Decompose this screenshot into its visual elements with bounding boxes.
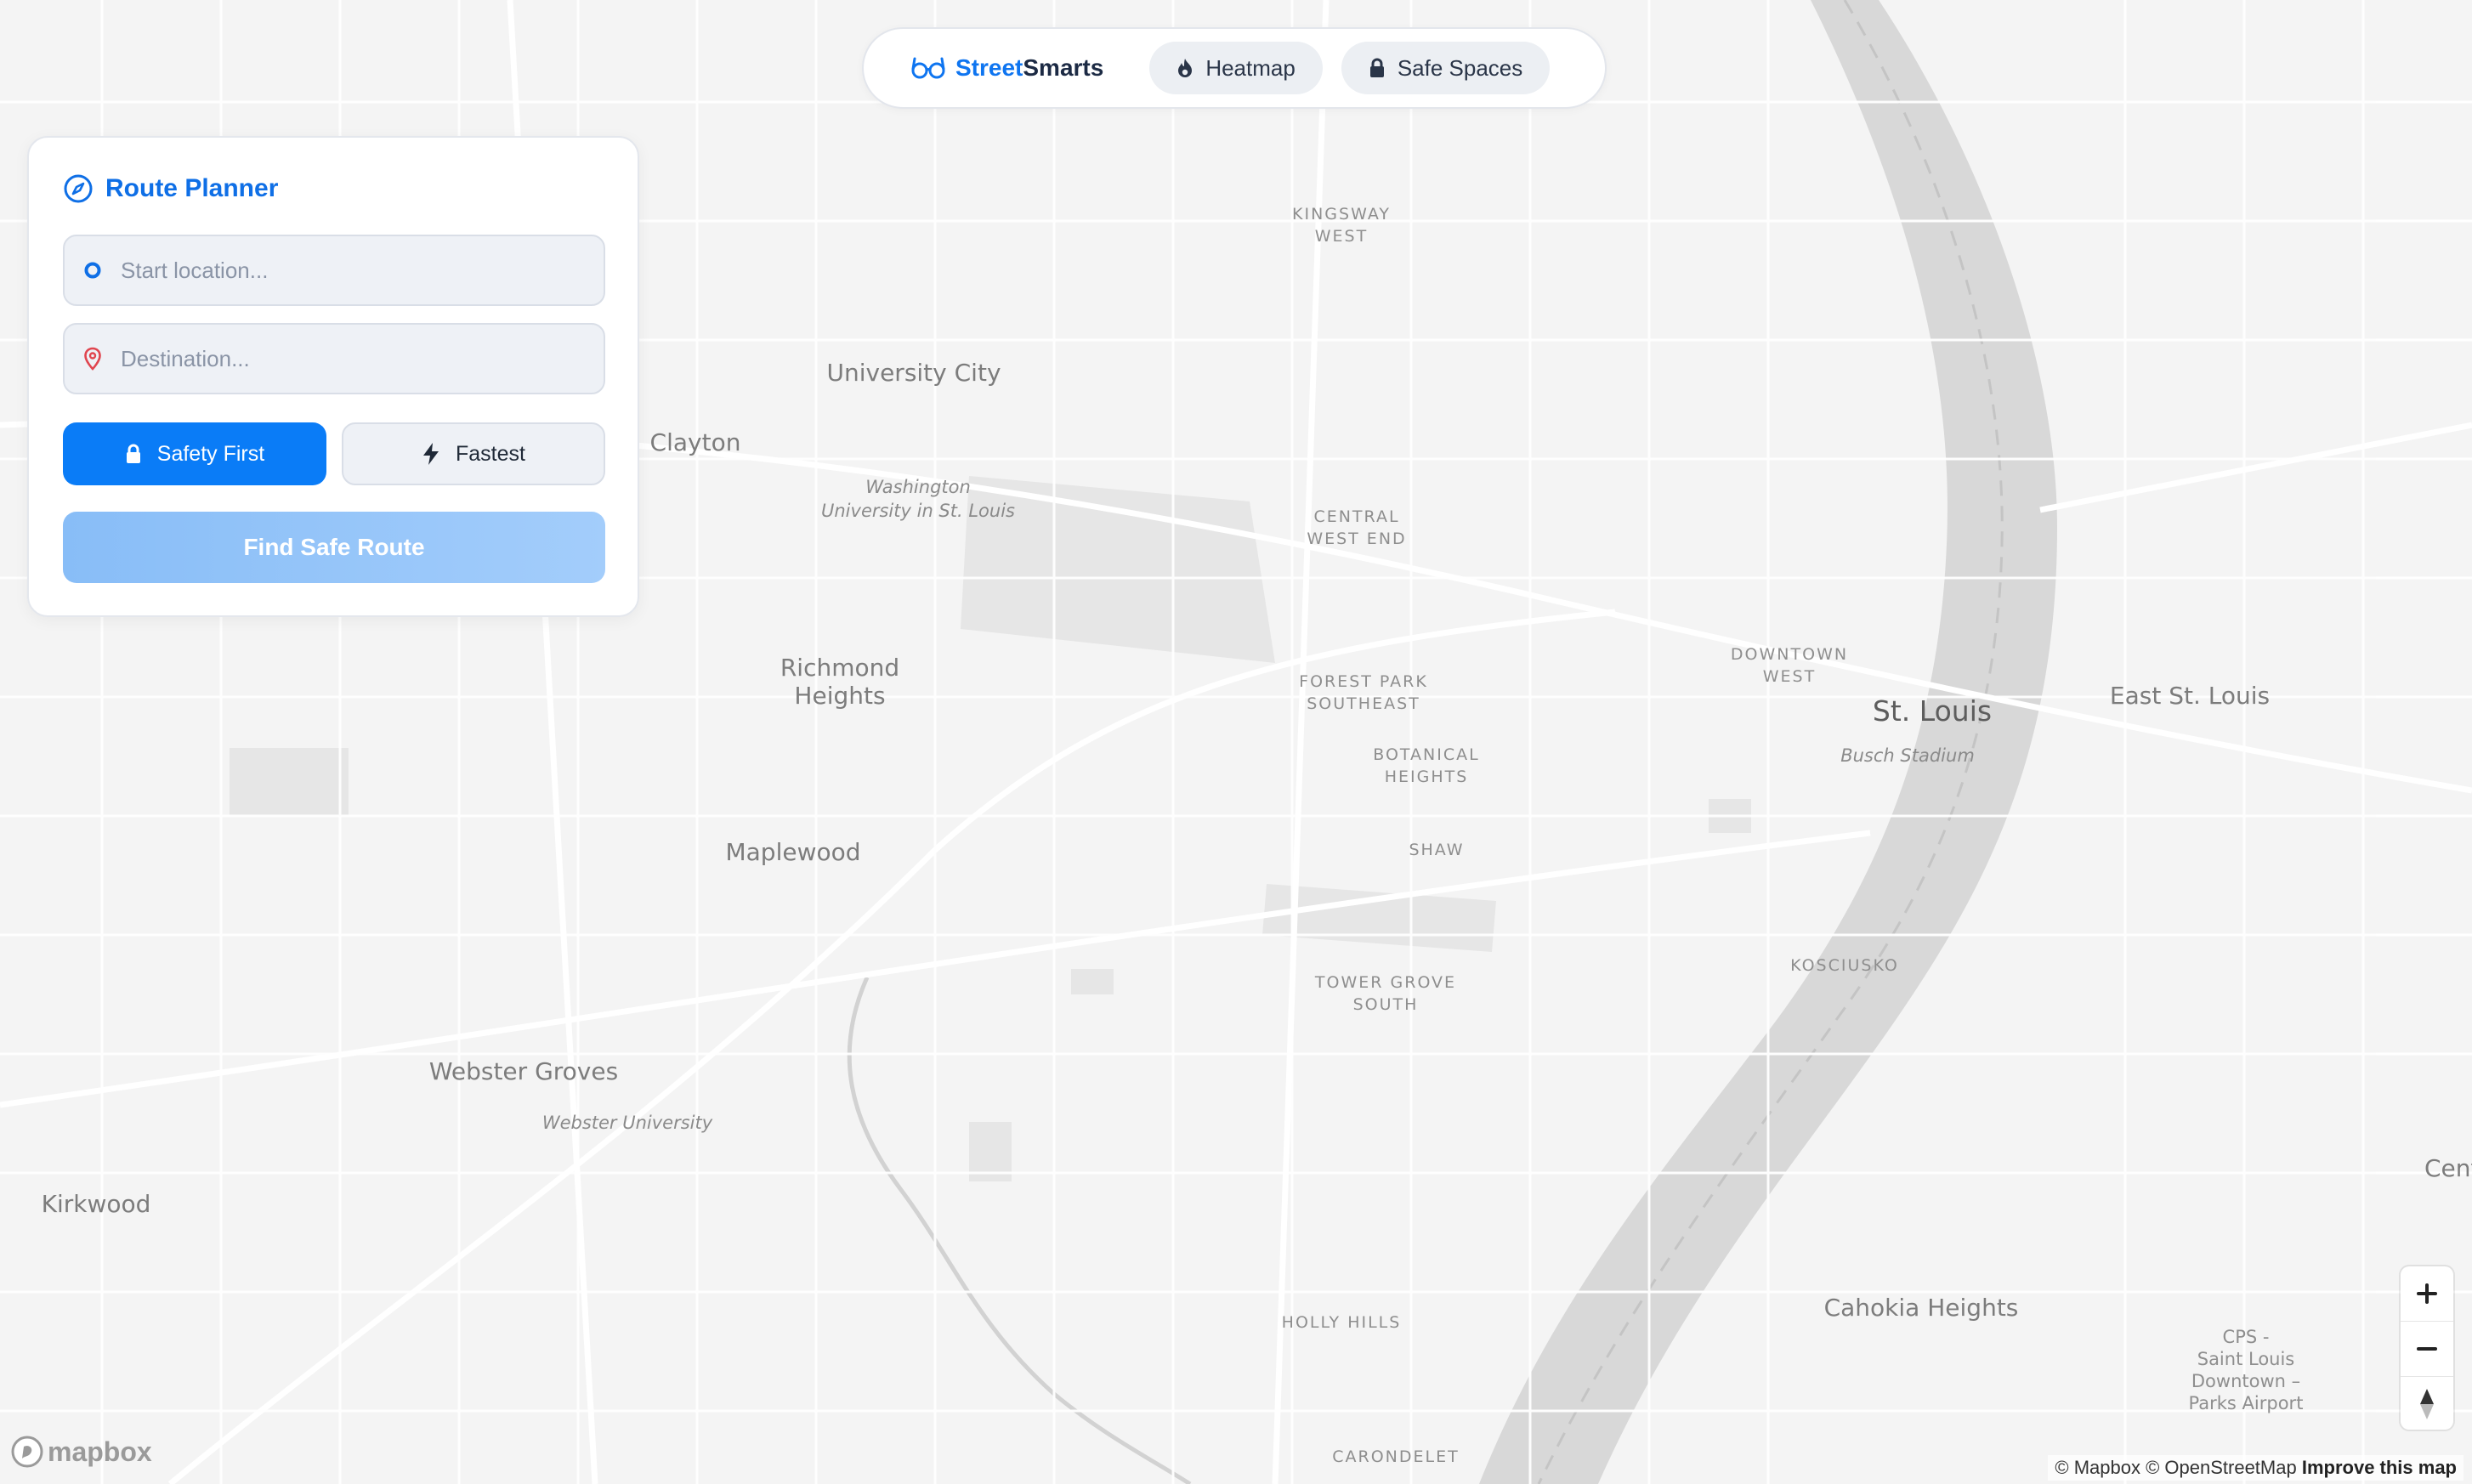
- fastest-button[interactable]: Fastest: [342, 422, 605, 485]
- mapbox-logo-icon: [11, 1436, 43, 1468]
- label-airport-3: Downtown –: [2191, 1371, 2300, 1391]
- find-safe-route-label: Find Safe Route: [243, 534, 425, 560]
- start-location-field[interactable]: [63, 235, 605, 306]
- heatmap-label: Heatmap: [1205, 54, 1296, 81]
- label-washu-1: Washington: [865, 477, 971, 497]
- bolt-icon: [423, 443, 439, 465]
- label-forest-park-2: SOUTHEAST: [1307, 694, 1420, 713]
- lock-icon: [126, 444, 140, 463]
- label-east-st-louis: East St. Louis: [2110, 682, 2270, 710]
- label-shaw: SHAW: [1409, 841, 1464, 859]
- brand-name-part2: Smarts: [1023, 54, 1104, 81]
- safety-first-label: Safety First: [156, 441, 265, 466]
- brand-logo[interactable]: Street Smarts: [911, 54, 1103, 82]
- attribution-text[interactable]: © Mapbox © OpenStreetMap: [2055, 1457, 2296, 1478]
- label-kosciusko: KOSCIUSKO: [1790, 956, 1899, 975]
- label-carondelet: CARONDELET: [1332, 1447, 1459, 1466]
- glasses-icon: [911, 57, 945, 79]
- label-central-west-end-1: CENTRAL: [1313, 507, 1399, 526]
- north-arrow-icon: [2420, 1389, 2434, 1419]
- panel-title: Route Planner: [63, 173, 278, 204]
- label-webster-university: Webster University: [542, 1113, 713, 1133]
- brand-name-part1: Street: [955, 54, 1023, 81]
- start-location-input[interactable]: [119, 256, 564, 285]
- label-richmond-heights-1: Richmond: [780, 654, 899, 682]
- destination-input[interactable]: [119, 344, 564, 373]
- map-attribution: © Mapbox © OpenStreetMap Improve this ma…: [2048, 1455, 2463, 1481]
- safe-spaces-label: Safe Spaces: [1397, 54, 1523, 81]
- safety-first-button[interactable]: Safety First: [63, 422, 326, 485]
- label-downtown-west-1: DOWNTOWN: [1731, 645, 1848, 664]
- label-holly-hills: HOLLY HILLS: [1282, 1313, 1402, 1332]
- label-tower-grove-1: TOWER GROVE: [1314, 973, 1456, 992]
- label-university-city: University City: [826, 359, 1001, 387]
- zoom-controls: [2401, 1266, 2453, 1430]
- heatmap-button[interactable]: Heatmap: [1149, 42, 1323, 94]
- label-tower-grove-2: SOUTH: [1353, 995, 1419, 1014]
- map-pin-icon: [84, 347, 101, 371]
- safe-spaces-button[interactable]: Safe Spaces: [1341, 42, 1551, 94]
- label-airport-1: CPS -: [2223, 1327, 2270, 1347]
- lock-icon: [1369, 58, 1384, 77]
- label-richmond-heights-2: Heights: [794, 682, 885, 710]
- fastest-label: Fastest: [456, 441, 525, 466]
- mapbox-logo[interactable]: mapbox: [10, 1435, 152, 1469]
- label-webster-groves: Webster Groves: [429, 1057, 618, 1085]
- label-downtown-west-2: WEST: [1763, 667, 1816, 686]
- destination-field[interactable]: [63, 323, 605, 394]
- label-airport-2: Saint Louis: [2197, 1349, 2295, 1369]
- label-st-louis: St. Louis: [1873, 694, 1992, 728]
- compass-reset-button[interactable]: [2401, 1377, 2453, 1431]
- improve-map-link[interactable]: Improve this map: [2302, 1457, 2457, 1478]
- label-kirkwood: Kirkwood: [42, 1190, 151, 1218]
- top-nav: Street Smarts Heatmap Safe Spaces: [862, 27, 1607, 109]
- label-maplewood: Maplewood: [725, 838, 860, 866]
- panel-title-text: Route Planner: [105, 174, 279, 202]
- label-forest-park-1: FOREST PARK: [1299, 672, 1428, 691]
- label-kingsway-west-2: WEST: [1315, 227, 1368, 246]
- plus-icon: [2417, 1283, 2437, 1304]
- route-planner-panel: Route Planner Safety First Fastest Find …: [27, 136, 639, 617]
- label-botanical-heights-1: BOTANICAL: [1373, 745, 1479, 764]
- label-clayton: Clayton: [650, 428, 741, 456]
- compass-icon: [64, 174, 93, 203]
- mapbox-logo-text: mapbox: [48, 1436, 152, 1467]
- label-cent: Cent: [2424, 1154, 2472, 1182]
- label-washu-2: University in St. Louis: [821, 501, 1015, 521]
- find-safe-route-button[interactable]: Find Safe Route: [63, 512, 605, 583]
- zoom-in-button[interactable]: [2401, 1266, 2453, 1322]
- label-airport-4: Parks Airport: [2189, 1393, 2304, 1413]
- flame-icon: [1178, 59, 1193, 77]
- label-cahokia-heights: Cahokia Heights: [1824, 1294, 2019, 1322]
- circle-dot-icon: [84, 262, 101, 279]
- zoom-out-button[interactable]: [2401, 1322, 2453, 1377]
- label-busch-stadium: Busch Stadium: [1840, 745, 1975, 766]
- label-botanical-heights-2: HEIGHTS: [1385, 767, 1469, 786]
- label-kingsway-west-1: KINGSWAY: [1292, 205, 1391, 224]
- minus-icon: [2417, 1347, 2437, 1351]
- label-central-west-end-2: WEST END: [1307, 530, 1406, 548]
